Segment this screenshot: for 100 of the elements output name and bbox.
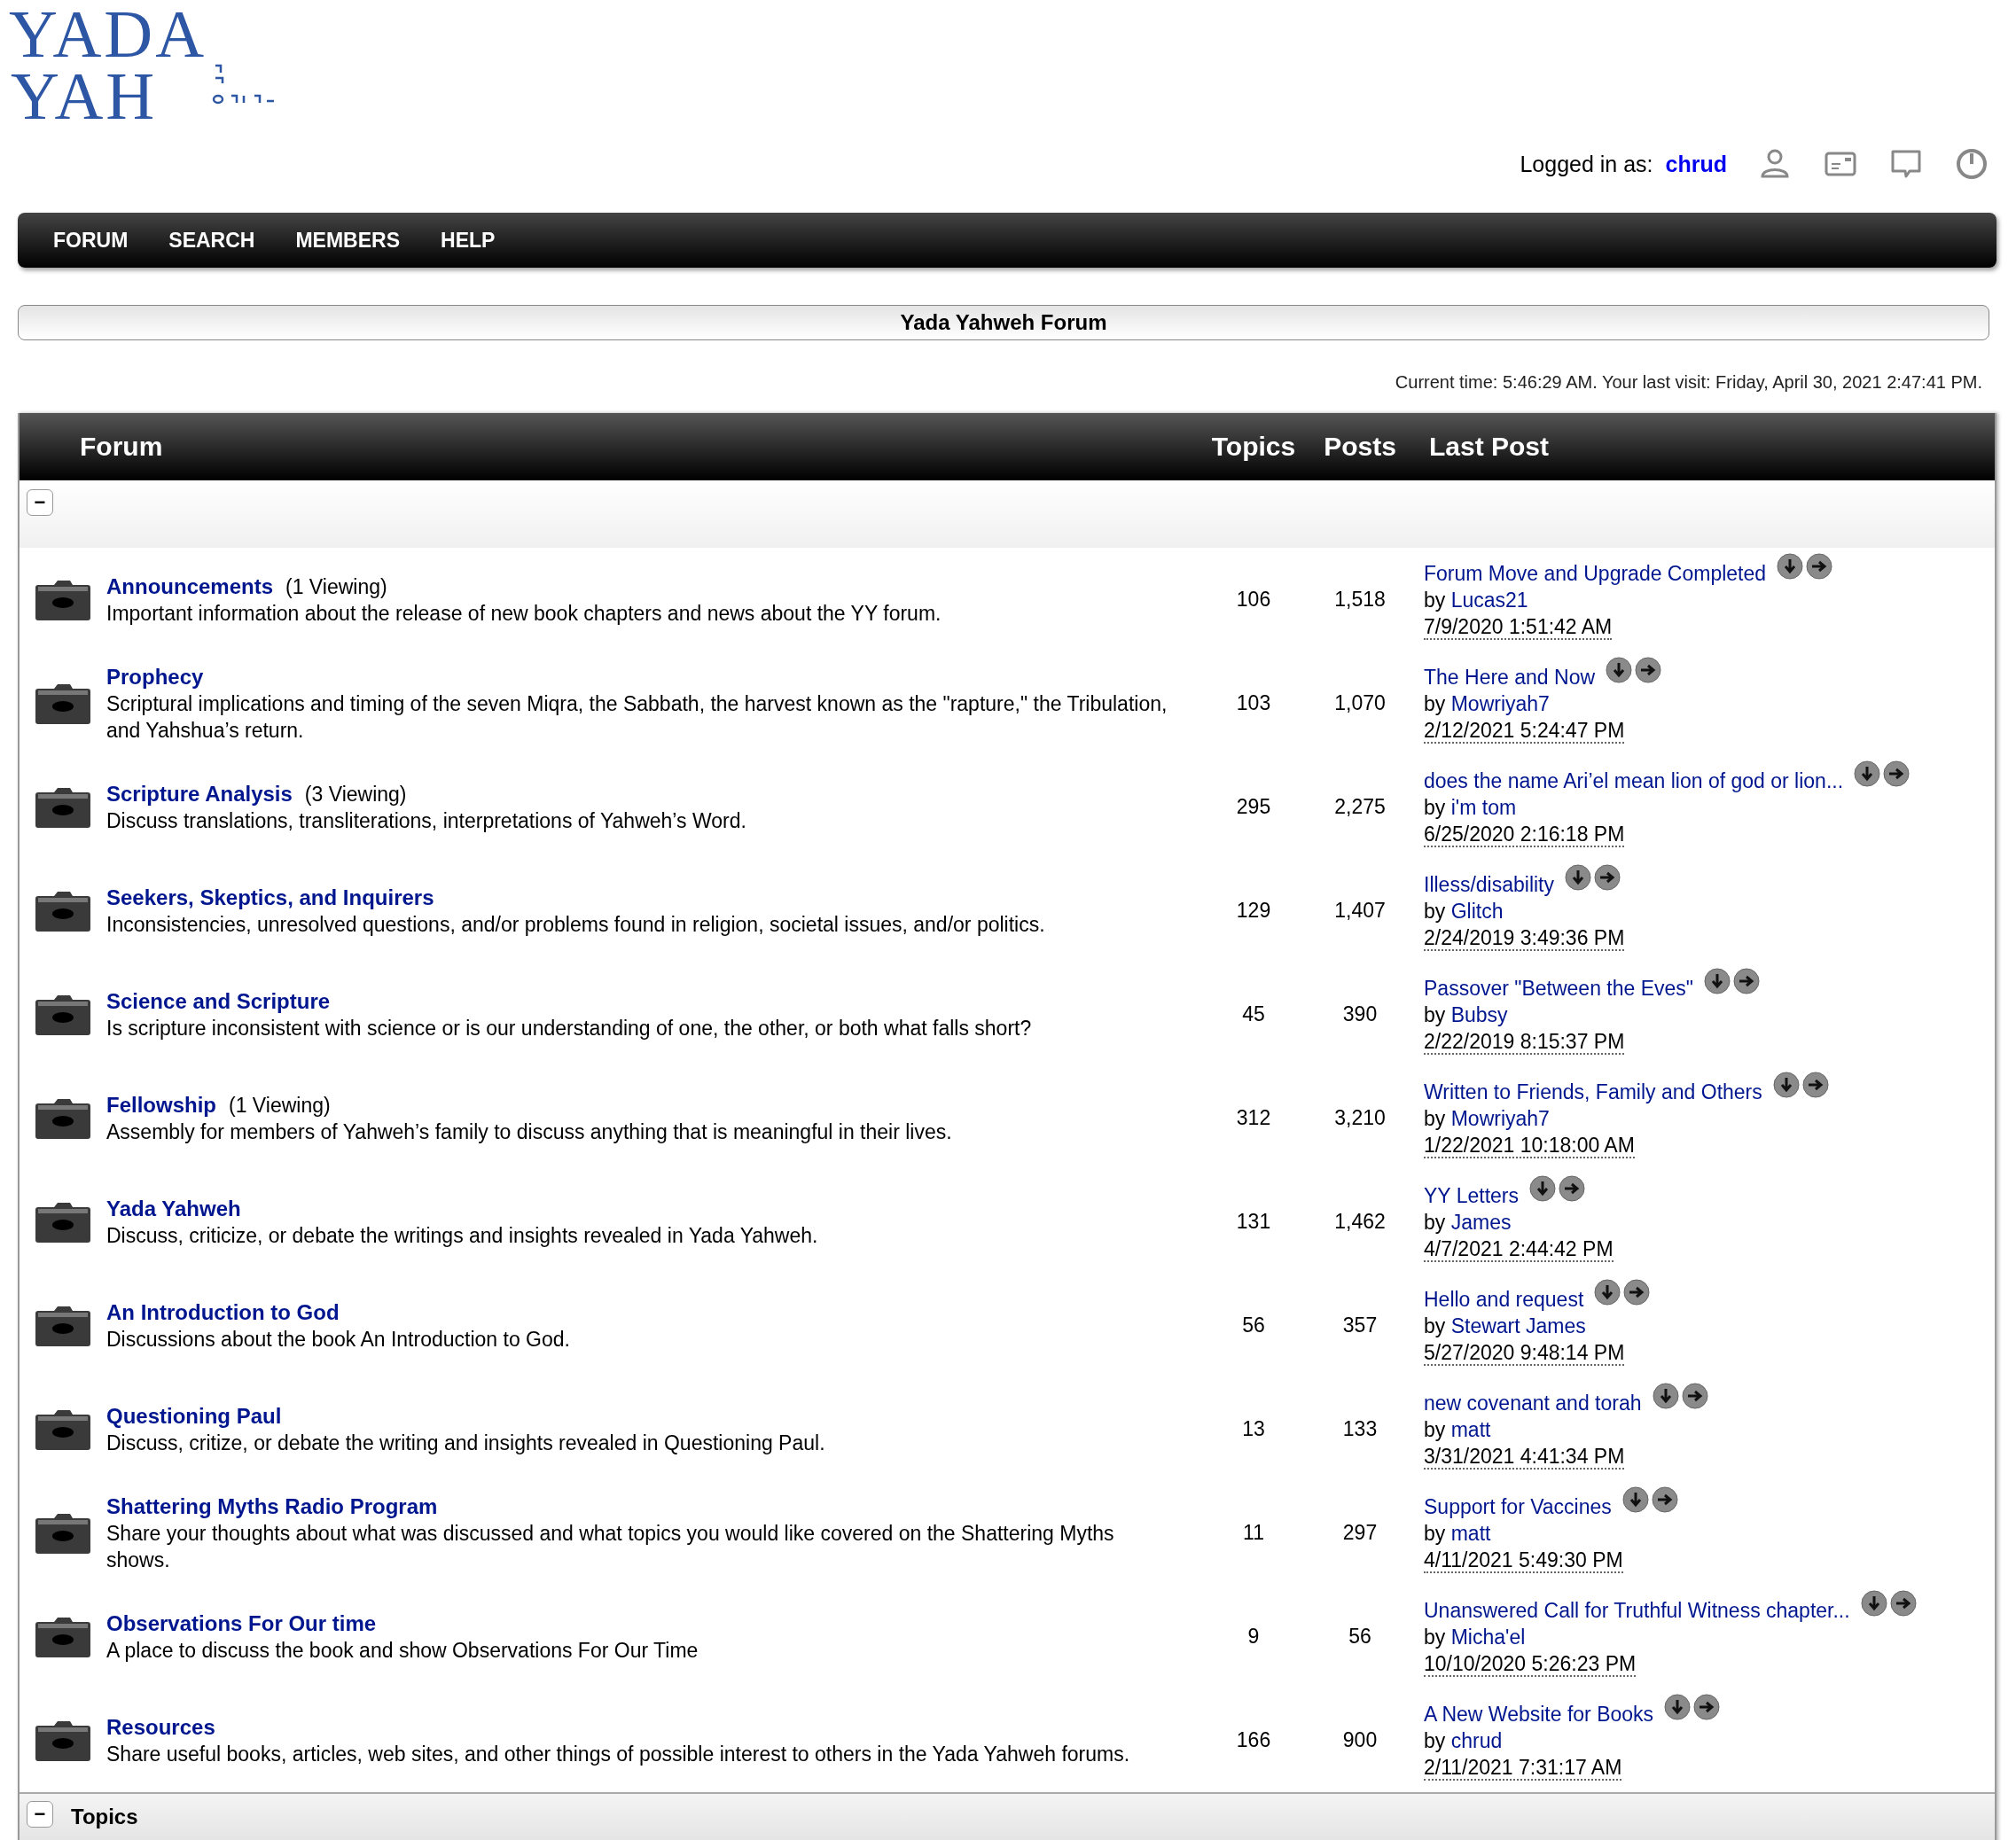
last-post-link[interactable]: YY Letters (1424, 1181, 1519, 1209)
author-link[interactable]: James (1450, 1210, 1512, 1234)
posts-count: 3,210 (1333, 1106, 1387, 1130)
jump-down-icon[interactable] (1621, 1485, 1649, 1513)
last-post-link[interactable]: A New Website for Books (1424, 1700, 1654, 1727)
board-title-link[interactable]: Seekers, Skeptics, and Inquirers (106, 885, 434, 909)
by-label: by (1424, 588, 1446, 612)
go-right-icon[interactable] (1883, 760, 1911, 787)
board-title-link[interactable]: Scripture Analysis (106, 781, 293, 806)
by-label: by (1424, 1314, 1446, 1337)
post-date: 10/10/2020 5:26:23 PM (1424, 1651, 1637, 1677)
jump-down-icon[interactable] (1860, 1589, 1887, 1617)
topics-count: 11 (1242, 1521, 1265, 1545)
jump-down-icon[interactable] (1606, 656, 1633, 683)
last-post-link[interactable]: Hello and request (1424, 1285, 1584, 1313)
author-link[interactable]: Stewart James (1450, 1314, 1586, 1337)
author-link[interactable]: matt (1450, 1417, 1491, 1441)
go-right-icon[interactable] (1559, 1174, 1585, 1202)
author-link[interactable]: chrud (1450, 1728, 1503, 1752)
author-link[interactable]: Micha'el (1450, 1625, 1526, 1649)
post-date: 2/11/2021 7:31:17 AM (1424, 1755, 1622, 1781)
column-header: Last Post (1428, 432, 1551, 462)
username-link[interactable]: chrud (1665, 151, 1727, 177)
post-date: 4/7/2021 2:44:42 PM (1424, 1236, 1614, 1262)
nav-link[interactable]: SEARCH (154, 221, 270, 260)
go-right-icon[interactable] (1623, 1278, 1651, 1306)
board-title-link[interactable]: Prophecy (106, 664, 204, 689)
board-title-link[interactable]: Observations For Our time (106, 1610, 377, 1635)
author-link[interactable]: Mowriyah7 (1450, 1106, 1550, 1130)
jump-down-icon[interactable] (1529, 1174, 1556, 1202)
author-link[interactable]: Bubsy (1450, 1002, 1508, 1026)
go-right-icon[interactable] (1806, 552, 1833, 580)
forum-description: Is scripture inconsistent with science or is our understanding of one, the other, or both what falls short? (106, 1015, 1033, 1041)
column-header: Posts (1323, 432, 1397, 462)
board-title-link[interactable]: Science and Scripture (106, 988, 331, 1013)
go-right-icon[interactable] (1889, 1589, 1917, 1617)
board-title-link[interactable]: Shattering Myths Radio Program (106, 1493, 438, 1518)
last-post-link[interactable]: Unanswered Call for Truthful Witness chapter... (1424, 1596, 1850, 1624)
by-label: by (1424, 1728, 1446, 1752)
go-right-icon[interactable] (1651, 1485, 1678, 1513)
go-right-icon[interactable] (1801, 1071, 1829, 1098)
collapse-button[interactable]: − (27, 489, 53, 516)
jump-down-icon[interactable] (1704, 967, 1731, 994)
by-label: by (1424, 1002, 1446, 1026)
last-post-link[interactable]: new covenant and torah (1424, 1389, 1642, 1416)
author-link[interactable]: i'm tom (1450, 795, 1517, 819)
nav-link[interactable]: MEMBERS (281, 221, 414, 260)
last-post-link[interactable]: does the name Ari’el mean lion of god or lion... (1424, 767, 1844, 794)
nav-link[interactable]: FORUM (39, 221, 143, 260)
nav-link[interactable]: HELP (426, 221, 510, 260)
last-post-link[interactable]: Illess/disability (1424, 870, 1554, 898)
jump-down-icon[interactable] (1664, 1693, 1692, 1720)
viewing-count: (1 Viewing) (229, 1093, 331, 1117)
forum-description: Assembly for members of Yahweh’s family to discuss anything that is meaningful in their lives. (106, 1119, 953, 1145)
forum-description: A place to discuss the book and show Observations For Our Time (106, 1637, 699, 1664)
post-date: 3/31/2021 4:41:34 PM (1424, 1444, 1625, 1470)
forum-description: Share useful books, articles, web sites, and other things of possible interest to others in the Yada Yahweh forums. (106, 1741, 1131, 1767)
author-link[interactable]: matt (1450, 1521, 1491, 1545)
collapse-button[interactable]: − (27, 1801, 53, 1828)
by-label: by (1424, 1625, 1446, 1649)
jump-down-icon[interactable] (1772, 1071, 1800, 1098)
logo[interactable]: YADA YAH (9, 0, 293, 133)
last-post-link[interactable]: Support for Vaccines (1424, 1493, 1612, 1520)
by-label: by (1424, 795, 1446, 819)
go-right-icon[interactable] (1733, 967, 1760, 994)
power-icon[interactable] (1954, 146, 1989, 182)
board-title-link[interactable]: Yada Yahweh (106, 1196, 241, 1220)
board-title-link[interactable]: Resources (106, 1714, 215, 1739)
forum-description: Discussions about the book An Introduction to God. (106, 1326, 571, 1353)
topics-count: 129 (1235, 899, 1272, 923)
jump-down-icon[interactable] (1594, 1278, 1621, 1306)
posts-count: 390 (1341, 1002, 1379, 1026)
posts-count: 900 (1341, 1728, 1379, 1752)
posts-count: 2,275 (1333, 795, 1387, 819)
author-link[interactable]: Lucas21 (1450, 588, 1528, 612)
board-title-link[interactable]: Questioning Paul (106, 1403, 282, 1428)
board-title-link[interactable]: An Introduction to God (106, 1299, 340, 1324)
topics-count: 106 (1235, 588, 1272, 612)
jump-down-icon[interactable] (1777, 552, 1804, 580)
go-right-icon[interactable] (1681, 1382, 1708, 1409)
viewing-count: (1 Viewing) (285, 574, 387, 598)
by-label: by (1424, 899, 1446, 923)
author-link[interactable]: Glitch (1450, 899, 1504, 923)
last-post-link[interactable]: Passover "Between the Eves" (1424, 974, 1693, 1002)
jump-down-icon[interactable] (1854, 760, 1881, 787)
go-right-icon[interactable] (1693, 1693, 1721, 1720)
posts-count: 1,518 (1333, 588, 1387, 612)
jump-down-icon[interactable] (1652, 1382, 1679, 1409)
go-right-icon[interactable] (1635, 656, 1662, 683)
last-post-link[interactable]: Written to Friends, Family and Others (1424, 1078, 1762, 1105)
posts-count: 56 (1348, 1625, 1372, 1649)
post-date: 1/22/2021 10:18:00 AM (1424, 1133, 1635, 1158)
go-right-icon[interactable] (1594, 863, 1621, 891)
board-title-link[interactable]: Fellowship (106, 1092, 216, 1117)
last-post-link[interactable]: Forum Move and Upgrade Completed (1424, 559, 1767, 587)
jump-down-icon[interactable] (1565, 863, 1591, 891)
last-post-link[interactable]: The Here and Now (1424, 663, 1596, 690)
author-link[interactable]: Mowriyah7 (1450, 691, 1550, 715)
board-title-link[interactable]: Announcements (106, 573, 273, 598)
forum-description: Share your thoughts about what was discussed and what topics you would like covered on the Shattering Myths shows. (106, 1520, 1115, 1573)
